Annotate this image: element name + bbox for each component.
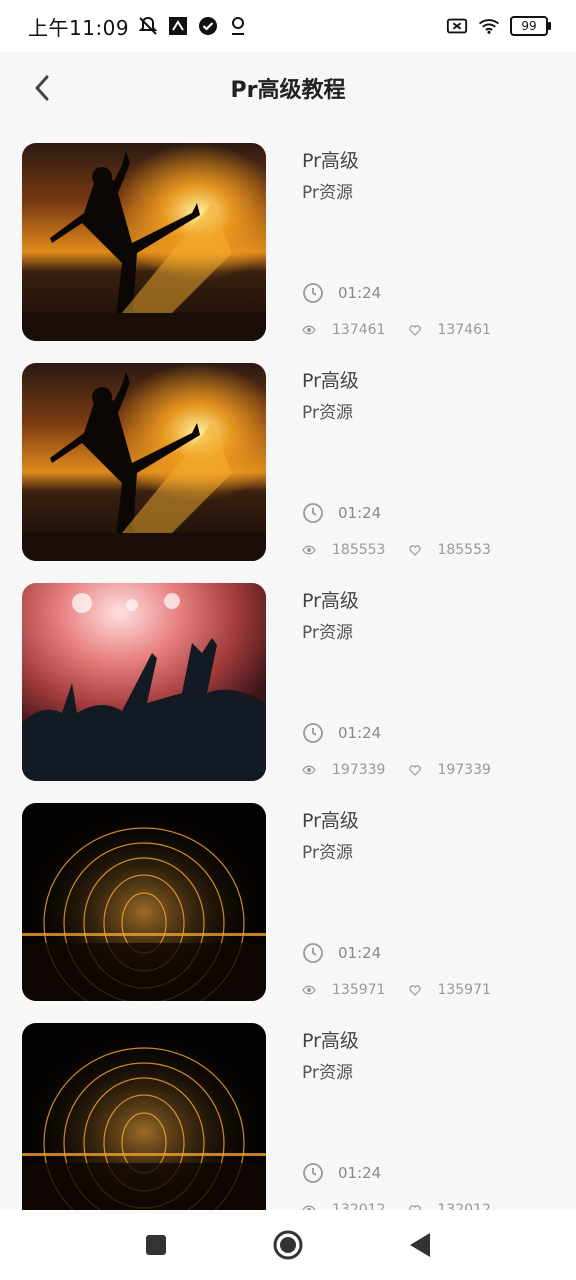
eye-icon [302,765,316,775]
eye-icon [302,325,316,335]
item-subtitle: Pr资源 [302,183,353,203]
status-right: 99 [446,15,551,37]
likes-stat: 185553 [409,542,491,558]
views-stat: 135971 [302,982,385,998]
views-count: 137461 [332,322,386,338]
list-item[interactable]: Pr高级 Pr资源 01:24 135971 135971 [0,792,576,1001]
duration-row: 01:24 [302,502,381,524]
thumbnail-image[interactable] [22,803,266,1001]
duration-text: 01:24 [338,944,382,962]
likes-count: 135971 [437,982,491,998]
recent-apps-button[interactable] [136,1225,176,1265]
header: Pr高级教程 [0,52,576,124]
item-title: Pr高级 [302,590,359,612]
likes-count: 197339 [437,762,491,778]
item-title: Pr高级 [302,370,359,392]
status-left: 上午11:09 [28,12,249,41]
mute-bell-icon [137,15,159,37]
views-count: 135971 [332,982,386,998]
item-title: Pr高级 [302,150,359,172]
stats-row: 185553 185553 [302,542,491,558]
item-title: Pr高级 [302,810,359,832]
location-icon [227,15,249,37]
list-item[interactable]: Pr高级 Pr资源 01:24 137461 137461 [0,132,576,341]
heart-icon [409,324,422,336]
stats-row: 132012 132012 [302,1202,491,1210]
recent-apps-icon [146,1235,166,1255]
home-button[interactable] [268,1225,308,1265]
likes-count: 132012 [437,1202,491,1210]
clock-icon [303,1163,323,1183]
video-list[interactable]: Pr高级 Pr资源 01:24 137461 137461 Pr高级 Pr资源 … [0,132,576,1210]
list-item[interactable]: Pr高级 Pr资源 01:24 132012 132012 [0,1012,576,1210]
views-count: 197339 [332,762,386,778]
views-count: 185553 [332,542,386,558]
back-triangle-icon [410,1233,430,1257]
likes-count: 137461 [437,322,491,338]
heart-icon [409,544,422,556]
battery-icon: 99 [510,16,551,36]
thumbnail-image[interactable] [22,1023,266,1210]
duration-text: 01:24 [338,1164,382,1182]
item-subtitle: Pr资源 [302,403,353,423]
views-stat: 197339 [302,762,385,778]
likes-stat: 197339 [409,762,491,778]
stats-row: 137461 137461 [302,322,491,338]
home-icon [273,1230,303,1260]
duration-row: 01:24 [302,282,381,304]
duration-text: 01:24 [338,724,382,742]
item-title: Pr高级 [302,1030,359,1052]
heart-icon [409,984,422,996]
system-nav-bar [0,1210,576,1280]
wifi-icon [478,15,500,37]
check-circle-icon [197,15,219,37]
item-subtitle: Pr资源 [302,623,353,643]
sim-x-icon [446,15,468,37]
item-subtitle: Pr资源 [302,1063,353,1083]
eye-icon [302,985,316,995]
views-stat: 185553 [302,542,385,558]
views-stat: 132012 [302,1202,385,1210]
thumbnail-image[interactable] [22,363,266,561]
thumbnail-image[interactable] [22,143,266,341]
heart-icon [409,764,422,776]
clock-icon [303,503,323,523]
duration-text: 01:24 [338,284,382,302]
eye-icon [302,545,316,555]
system-back-button[interactable] [400,1225,440,1265]
thumbnail-image[interactable] [22,583,266,781]
item-subtitle: Pr资源 [302,843,353,863]
list-item[interactable]: Pr高级 Pr资源 01:24 185553 185553 [0,352,576,561]
clock-icon [303,943,323,963]
likes-stat: 135971 [409,982,491,998]
stats-row: 135971 135971 [302,982,491,998]
clock-icon [303,283,323,303]
page-title: Pr高级教程 [230,78,346,103]
nfc-icon [167,15,189,37]
views-stat: 137461 [302,322,385,338]
views-count: 132012 [332,1202,386,1210]
status-bar: 上午11:09 99 [0,0,576,52]
duration-row: 01:24 [302,722,381,744]
clock-icon [303,723,323,743]
likes-stat: 137461 [409,322,491,338]
duration-row: 01:24 [302,942,381,964]
stats-row: 197339 197339 [302,762,491,778]
list-item[interactable]: Pr高级 Pr资源 01:24 197339 197339 [0,572,576,781]
duration-text: 01:24 [338,504,382,522]
duration-row: 01:24 [302,1162,381,1184]
status-time: 上午11:09 [28,15,130,40]
likes-stat: 132012 [409,1202,491,1210]
likes-count: 185553 [437,542,491,558]
